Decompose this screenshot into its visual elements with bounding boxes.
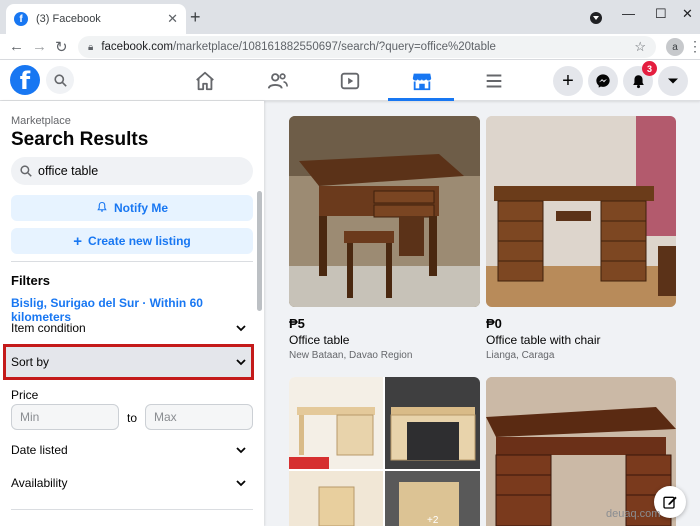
notification-count-badge: 3 bbox=[642, 61, 657, 76]
notify-me-label: Notify Me bbox=[114, 201, 168, 215]
item-condition-filter[interactable]: Item condition bbox=[11, 313, 253, 343]
browser-tab-bar: f (3) Facebook ✕ + — ☐ ✕ bbox=[0, 0, 700, 34]
maximize-icon[interactable]: ☐ bbox=[655, 6, 667, 22]
plus-icon: + bbox=[562, 70, 574, 92]
reload-icon[interactable]: ↻ bbox=[55, 38, 68, 56]
create-button[interactable]: + bbox=[553, 66, 583, 96]
listing-photo[interactable]: +2 bbox=[289, 377, 480, 526]
url-text: facebook.com/marketplace/108161882550697… bbox=[101, 41, 496, 53]
messenger-button[interactable] bbox=[588, 66, 618, 96]
listing-title[interactable]: Office table bbox=[289, 333, 349, 347]
close-window-icon[interactable]: ✕ bbox=[682, 6, 693, 22]
facebook-header: f + 3 bbox=[0, 60, 700, 101]
divider bbox=[11, 509, 253, 510]
browser-profile-avatar[interactable]: a bbox=[666, 38, 684, 56]
more-photos-count: +2 bbox=[427, 515, 439, 526]
create-listing-label: Create new listing bbox=[88, 234, 191, 248]
account-menu-button[interactable] bbox=[658, 66, 688, 96]
availability-filter[interactable]: Availability bbox=[11, 468, 253, 498]
tab-title: (3) Facebook bbox=[36, 13, 101, 25]
availability-label: Availability bbox=[11, 476, 68, 490]
listing-photo[interactable] bbox=[289, 116, 480, 307]
listing-price: ₱5 bbox=[289, 316, 305, 331]
search-icon bbox=[20, 165, 32, 177]
desk-photo-icon bbox=[289, 116, 480, 307]
back-arrow-icon[interactable]: ← bbox=[9, 38, 24, 55]
breadcrumb[interactable]: Marketplace bbox=[11, 115, 71, 127]
sort-by-label: Sort by bbox=[11, 355, 50, 369]
create-listing-button[interactable]: + Create new listing bbox=[11, 228, 253, 254]
active-tab-indicator bbox=[388, 98, 454, 101]
new-tab-button[interactable]: + bbox=[190, 7, 201, 28]
chevron-down-icon bbox=[236, 359, 246, 366]
video-play-icon bbox=[340, 72, 360, 90]
price-label: Price bbox=[11, 388, 39, 402]
nav-home[interactable] bbox=[193, 69, 217, 93]
bookmark-star-icon[interactable]: ☆ bbox=[634, 39, 646, 55]
max-price-input[interactable]: Max bbox=[145, 404, 253, 430]
address-bar[interactable]: 🔒︎ facebook.com/marketplace/108161882550… bbox=[78, 36, 656, 58]
sidebar-scrollbar[interactable] bbox=[257, 191, 262, 311]
item-condition-label: Item condition bbox=[11, 321, 86, 335]
page-title: Search Results bbox=[11, 129, 149, 150]
close-tab-icon[interactable]: ✕ bbox=[167, 11, 178, 27]
caret-down-icon bbox=[668, 78, 678, 84]
desk-photo-icon bbox=[486, 377, 676, 526]
listing-location: New Bataan, Davao Region bbox=[289, 350, 413, 361]
search-input[interactable]: office table bbox=[11, 157, 253, 185]
nav-watch[interactable] bbox=[338, 69, 362, 93]
notify-me-button[interactable]: Notify Me bbox=[11, 195, 253, 221]
search-icon bbox=[53, 73, 67, 87]
watermark: deuaq.com bbox=[606, 508, 661, 520]
listing-price: ₱0 bbox=[486, 316, 502, 331]
bell-outline-icon bbox=[96, 201, 108, 216]
filters-heading: Filters bbox=[11, 273, 51, 288]
divider bbox=[11, 261, 253, 262]
browser-toolbar: ← → ↻ 🔒︎ facebook.com/marketplace/108161… bbox=[0, 34, 700, 60]
facebook-favicon-icon: f bbox=[14, 12, 28, 26]
search-button[interactable] bbox=[46, 66, 74, 94]
hamburger-menu-icon bbox=[486, 74, 502, 88]
home-icon bbox=[196, 71, 214, 91]
lock-icon: 🔒︎ bbox=[88, 41, 94, 53]
browser-menu-icon[interactable]: ⋮ bbox=[688, 38, 700, 55]
nav-marketplace[interactable] bbox=[410, 69, 434, 93]
to-label: to bbox=[127, 411, 138, 425]
facebook-logo[interactable]: f bbox=[10, 65, 40, 95]
sort-by-filter[interactable]: Sort by bbox=[11, 347, 253, 377]
edit-pencil-icon bbox=[663, 496, 677, 509]
minimize-icon[interactable]: — bbox=[622, 6, 635, 21]
min-price-input[interactable]: Min bbox=[11, 404, 119, 430]
profile-menu-icon[interactable] bbox=[590, 12, 602, 24]
messenger-icon bbox=[596, 74, 610, 88]
listing-title[interactable]: Office table with chair bbox=[486, 333, 601, 347]
marketplace-sidebar: Marketplace Search Results office table … bbox=[0, 101, 264, 526]
nav-friends[interactable] bbox=[266, 69, 290, 93]
bell-icon bbox=[632, 74, 644, 88]
chevron-down-icon bbox=[236, 447, 246, 454]
marketplace-store-icon bbox=[412, 73, 432, 91]
listing-location: Lianga, Caraga bbox=[486, 350, 555, 361]
date-listed-label: Date listed bbox=[11, 443, 68, 457]
chevron-down-icon bbox=[236, 480, 246, 487]
plus-icon: + bbox=[73, 232, 83, 250]
nav-menu[interactable] bbox=[482, 69, 506, 93]
date-listed-filter[interactable]: Date listed bbox=[11, 435, 253, 465]
chevron-down-icon bbox=[236, 325, 246, 332]
listing-photo[interactable] bbox=[486, 377, 676, 526]
listing-photo[interactable] bbox=[486, 116, 676, 307]
friends-icon bbox=[267, 73, 288, 89]
desk-collage-icon bbox=[289, 377, 480, 526]
desk-photo-icon bbox=[486, 116, 676, 307]
search-value: office table bbox=[38, 164, 99, 178]
browser-tab[interactable]: f (3) Facebook ✕ bbox=[6, 4, 186, 34]
forward-arrow-icon[interactable]: → bbox=[32, 38, 47, 55]
